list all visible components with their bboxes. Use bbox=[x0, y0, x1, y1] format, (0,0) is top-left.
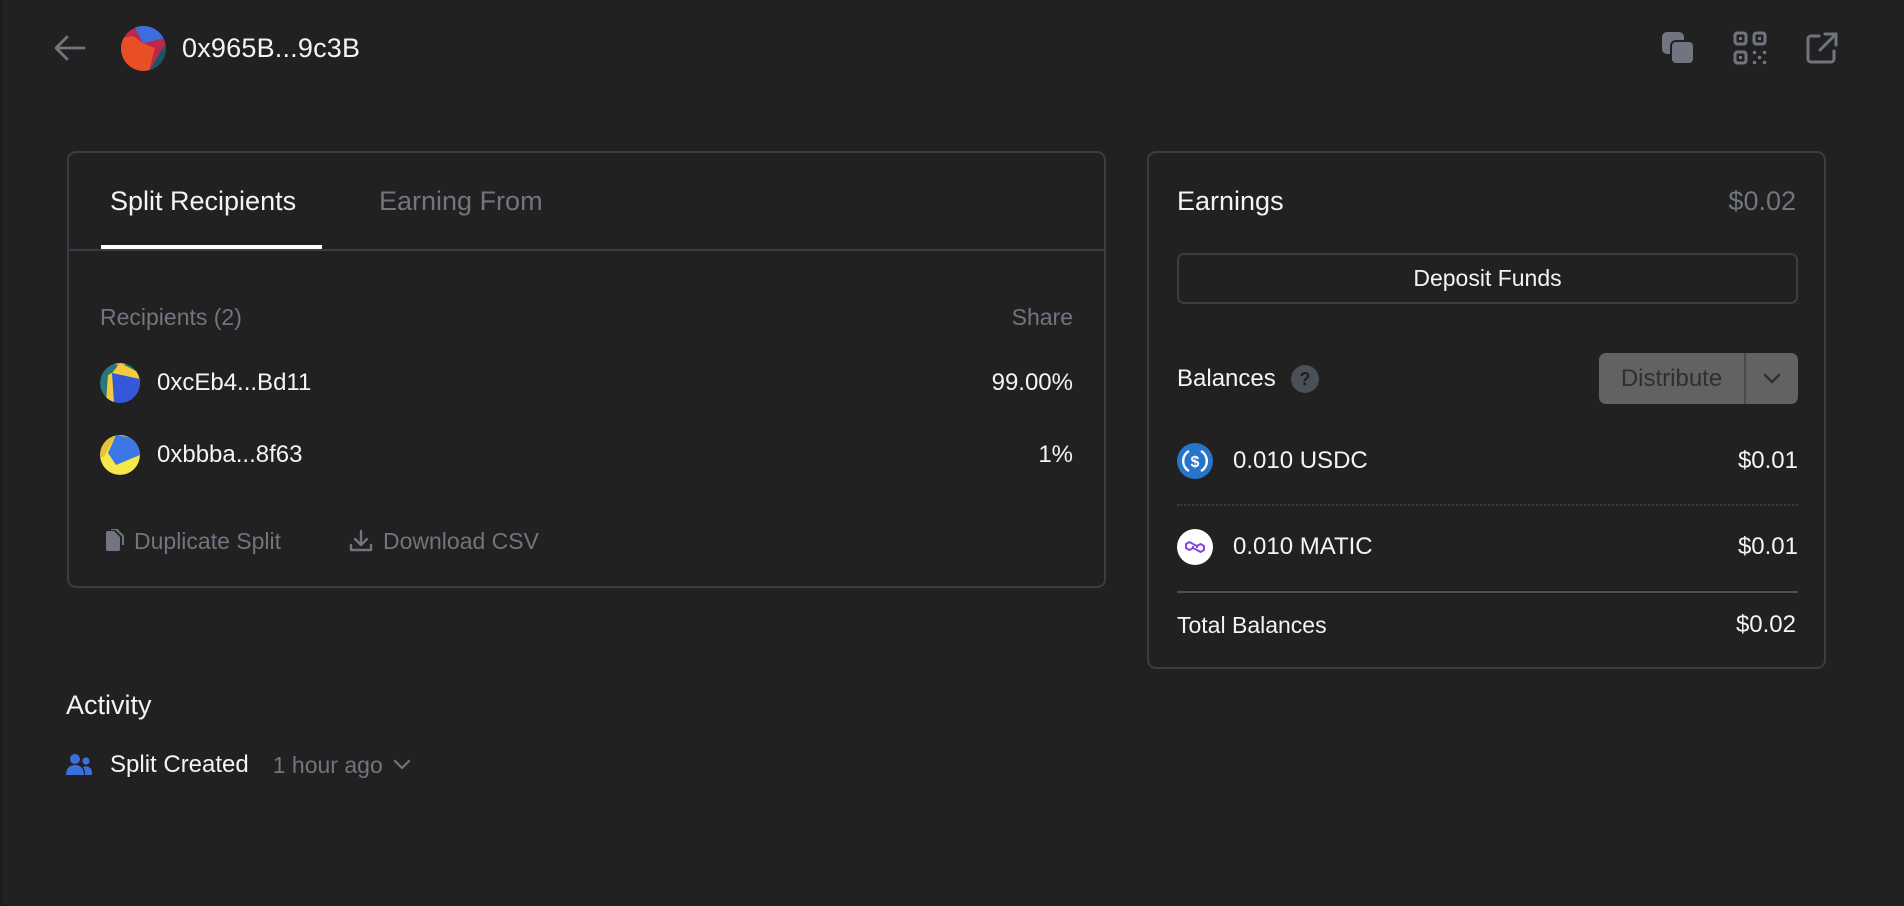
split-avatar bbox=[121, 26, 166, 71]
matic-icon bbox=[1177, 529, 1213, 565]
recipient-address[interactable]: 0xcEb4...Bd11 bbox=[157, 367, 311, 399]
earnings-card: Earnings $0.02 Deposit Funds Balances ? … bbox=[1147, 151, 1826, 669]
tab-earning-from[interactable]: Earning From bbox=[379, 183, 543, 219]
help-icon[interactable]: ? bbox=[1291, 365, 1319, 393]
open-explorer-button[interactable] bbox=[1802, 28, 1842, 68]
tab-split-recipients[interactable]: Split Recipients bbox=[110, 183, 296, 219]
distribute-dropdown-button[interactable] bbox=[1746, 353, 1798, 404]
token-amount: 0.010 USDC bbox=[1233, 447, 1368, 474]
split-address-title[interactable]: 0x965B...9c3B bbox=[182, 30, 360, 66]
distribute-button[interactable]: Distribute bbox=[1599, 353, 1744, 404]
active-tab-indicator bbox=[101, 245, 322, 249]
activity-label: Split Created bbox=[110, 751, 249, 778]
token-balance-row: 0.010 MATIC $0.01 bbox=[1177, 527, 1798, 567]
external-link-icon bbox=[1806, 32, 1838, 64]
download-csv-button[interactable]: Download CSV bbox=[349, 525, 539, 557]
distribute-button-group: Distribute bbox=[1599, 353, 1798, 404]
recipient-share: 1% bbox=[1038, 441, 1073, 468]
recipient-share: 99.00% bbox=[991, 369, 1073, 396]
balances-title: Balances bbox=[1177, 365, 1276, 392]
earnings-total: $0.02 bbox=[1728, 186, 1796, 216]
activity-expand-button[interactable] bbox=[393, 759, 411, 771]
duplicate-split-label: Duplicate Split bbox=[134, 527, 282, 554]
split-recipients-card: Split Recipients Earning From Recipients… bbox=[67, 151, 1106, 588]
recipient-avatar bbox=[100, 435, 140, 475]
back-button[interactable] bbox=[50, 30, 90, 66]
window-edge bbox=[0, 0, 2, 906]
tab-bar: Split Recipients Earning From bbox=[69, 153, 1104, 251]
duplicate-split-button[interactable]: Duplicate Split bbox=[102, 525, 281, 557]
token-amount: 0.010 MATIC bbox=[1233, 533, 1373, 560]
token-value: $0.01 bbox=[1737, 533, 1798, 560]
recipient-avatar bbox=[100, 363, 140, 403]
total-balances-value: $0.02 bbox=[1735, 611, 1796, 638]
usdc-icon: $ bbox=[1177, 443, 1213, 479]
activity-title: Activity bbox=[66, 690, 152, 720]
deposit-funds-button[interactable]: Deposit Funds bbox=[1177, 253, 1798, 304]
balance-divider bbox=[1177, 504, 1798, 506]
qr-code-button[interactable] bbox=[1730, 28, 1770, 68]
recipients-count-header: Recipients (2) bbox=[100, 304, 242, 330]
total-balances-label: Total Balances bbox=[1177, 612, 1327, 638]
users-icon bbox=[66, 754, 92, 775]
duplicate-icon bbox=[106, 529, 124, 551]
back-arrow-icon bbox=[54, 35, 86, 61]
copy-address-button[interactable] bbox=[1658, 28, 1698, 68]
svg-text:$: $ bbox=[1191, 454, 1200, 471]
chevron-down-icon bbox=[1763, 373, 1781, 383]
qr-code-icon bbox=[1733, 31, 1767, 65]
token-balance-row: $ 0.010 USDC $0.01 bbox=[1177, 441, 1798, 481]
token-value: $0.01 bbox=[1737, 447, 1798, 474]
download-icon bbox=[349, 529, 373, 552]
activity-time: 1 hour ago bbox=[272, 751, 383, 778]
recipient-row: 0xbbba...8f63 1% bbox=[100, 433, 1073, 477]
page-header: 0x965B...9c3B bbox=[0, 0, 1904, 96]
recipient-address[interactable]: 0xbbba...8f63 bbox=[157, 439, 302, 471]
recipient-row: 0xcEb4...Bd11 99.00% bbox=[100, 361, 1073, 405]
total-divider bbox=[1177, 591, 1798, 593]
copy-icon bbox=[1662, 32, 1695, 65]
activity-item[interactable]: Split Created 1 hour ago bbox=[66, 748, 411, 782]
download-csv-label: Download CSV bbox=[383, 527, 539, 554]
share-header: Share bbox=[1011, 304, 1073, 330]
earnings-title: Earnings bbox=[1177, 186, 1284, 216]
chevron-down-icon bbox=[393, 759, 410, 770]
